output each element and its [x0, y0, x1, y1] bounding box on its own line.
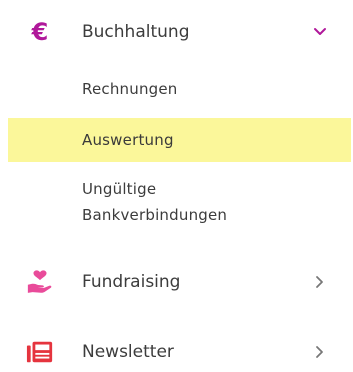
- sidebar-navigation: € Buchhaltung Rechnungen Auswertung Ungü…: [0, 0, 353, 363]
- nav-section-newsletter-label: Newsletter: [82, 342, 174, 362]
- nav-section-accounting[interactable]: € Buchhaltung: [0, 12, 353, 52]
- nav-item-invalid-bank-accounts-label-line1: Ungültige: [82, 180, 157, 198]
- chevron-right-icon[interactable]: [312, 274, 328, 290]
- nav-section-fundraising[interactable]: Fundraising: [0, 262, 353, 302]
- nav-item-evaluation[interactable]: Auswertung: [8, 118, 351, 162]
- heart-hand-icon: [26, 268, 54, 296]
- nav-item-evaluation-label: Auswertung: [82, 131, 174, 149]
- chevron-down-icon[interactable]: [312, 24, 328, 40]
- nav-item-invalid-bank-accounts-label-line2: Bankverbindungen: [82, 206, 228, 224]
- nav-item-invalid-bank-accounts[interactable]: Ungültige Bankverbindungen: [0, 178, 353, 228]
- nav-section-newsletter[interactable]: Newsletter: [0, 332, 353, 372]
- euro-icon: €: [31, 18, 49, 46]
- nav-section-fundraising-label: Fundraising: [82, 272, 181, 292]
- chevron-right-icon[interactable]: [312, 344, 328, 360]
- nav-item-invoices[interactable]: Rechnungen: [0, 78, 353, 102]
- nav-item-invoices-label: Rechnungen: [82, 80, 178, 98]
- nav-section-accounting-label: Buchhaltung: [82, 22, 190, 42]
